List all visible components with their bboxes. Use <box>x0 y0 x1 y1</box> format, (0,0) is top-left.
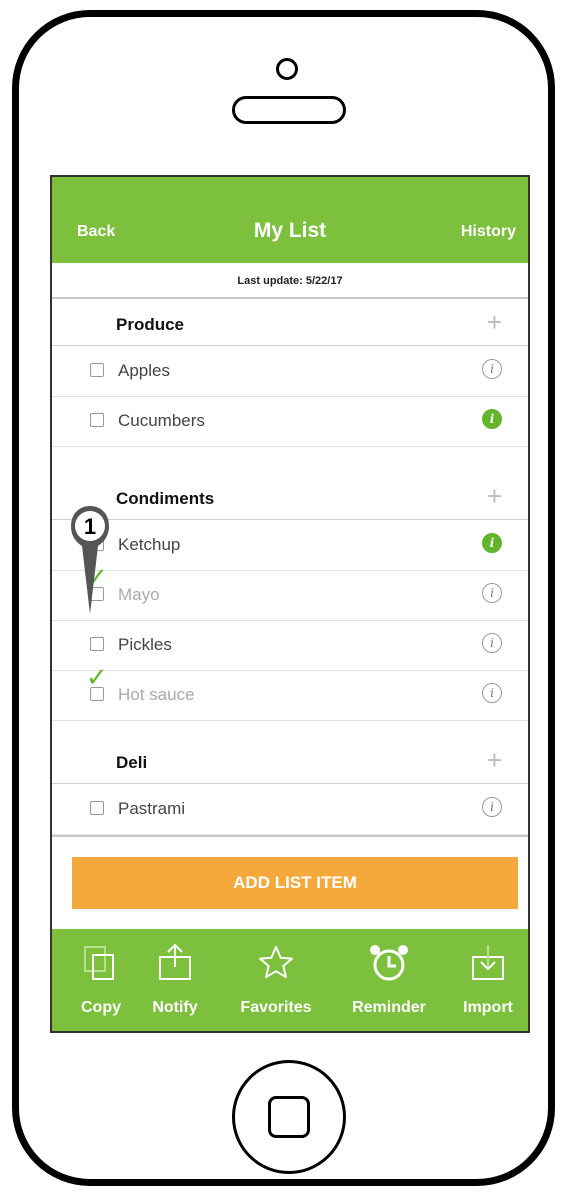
toolbar-label: Notify <box>152 999 198 1016</box>
share-icon <box>159 943 191 980</box>
item-label: Pickles <box>118 635 172 654</box>
item-checkbox[interactable] <box>90 413 104 427</box>
info-icon[interactable]: i <box>482 797 502 817</box>
toolbar-label: Import <box>463 999 513 1016</box>
section-header-produce: Produce + <box>52 299 528 346</box>
toolbar-copy-button[interactable]: Copy <box>58 929 144 1031</box>
nav-bar: Back My List History <box>52 177 528 263</box>
section-title: Condiments <box>116 489 215 508</box>
section-title: Produce <box>116 315 185 334</box>
import-icon <box>472 945 504 980</box>
annotation-number: 1 <box>84 514 96 539</box>
section-title: Deli <box>116 753 148 772</box>
item-label: Pastrami <box>118 799 186 818</box>
last-update-text: Last update: 5/22/17 <box>52 263 528 299</box>
add-item-plus-icon[interactable]: + <box>487 747 502 773</box>
info-icon-active[interactable]: i <box>482 533 502 553</box>
item-checkbox[interactable] <box>90 637 104 651</box>
toolbar-label: Favorites <box>240 999 312 1016</box>
history-button[interactable]: History <box>461 223 516 241</box>
info-icon[interactable]: i <box>482 633 502 653</box>
add-list-item-button[interactable]: ADD LIST ITEM <box>72 857 518 909</box>
page-title: My List <box>253 219 327 242</box>
section-header-condiments: Condiments + <box>52 473 528 520</box>
app-screen: Back My List History Last update: 5/22/1… <box>50 175 530 1033</box>
info-icon[interactable]: i <box>482 683 502 703</box>
list-item[interactable]: ✓ Hot sauce i <box>52 664 528 721</box>
toolbar-reminder-button[interactable]: Reminder <box>342 929 436 1031</box>
toolbar-import-button[interactable]: Import <box>452 929 524 1031</box>
list-item[interactable]: Cucumbers i <box>52 396 528 447</box>
item-label: Mayo <box>118 585 160 604</box>
item-checkbox[interactable] <box>90 363 104 377</box>
info-icon-active[interactable]: i <box>482 409 502 429</box>
item-label: Ketchup <box>118 535 181 554</box>
speaker-slot <box>232 96 346 124</box>
section-header-deli: Deli + <box>52 737 528 784</box>
star-icon <box>259 946 293 979</box>
item-label: Apples <box>118 361 170 380</box>
toolbar-label: Copy <box>81 999 121 1016</box>
bottom-toolbar: Copy Notify Favorites Reminder Import <box>52 929 528 1031</box>
camera-icon <box>276 58 298 80</box>
list-item[interactable]: Ketchup i <box>52 520 528 571</box>
add-item-plus-icon[interactable]: + <box>487 483 502 509</box>
toolbar-label: Reminder <box>352 999 426 1016</box>
list-item[interactable]: Apples i <box>52 346 528 397</box>
annotation-marker-pin: 1 <box>71 506 109 614</box>
copy-icon <box>84 946 114 980</box>
info-icon[interactable]: i <box>482 359 502 379</box>
list-item[interactable]: Pastrami i <box>52 784 528 835</box>
item-checkbox[interactable] <box>90 801 104 815</box>
info-icon[interactable]: i <box>482 583 502 603</box>
item-label: Hot sauce <box>118 685 195 704</box>
toolbar-notify-button[interactable]: Notify <box>142 929 208 1031</box>
shopping-list[interactable]: Produce + Apples i Cucumbers i Condiment… <box>52 299 528 837</box>
item-label: Cucumbers <box>118 411 205 430</box>
add-item-plus-icon[interactable]: + <box>487 309 502 335</box>
list-item[interactable]: ✓ Mayo i <box>52 564 528 621</box>
list-item[interactable]: Pickles i <box>52 620 528 671</box>
toolbar-favorites-button[interactable]: Favorites <box>226 929 326 1031</box>
checkmark-icon: ✓ <box>86 662 108 692</box>
list-divider <box>52 835 528 837</box>
home-square-icon <box>268 1096 310 1138</box>
alarm-clock-icon <box>370 945 408 981</box>
